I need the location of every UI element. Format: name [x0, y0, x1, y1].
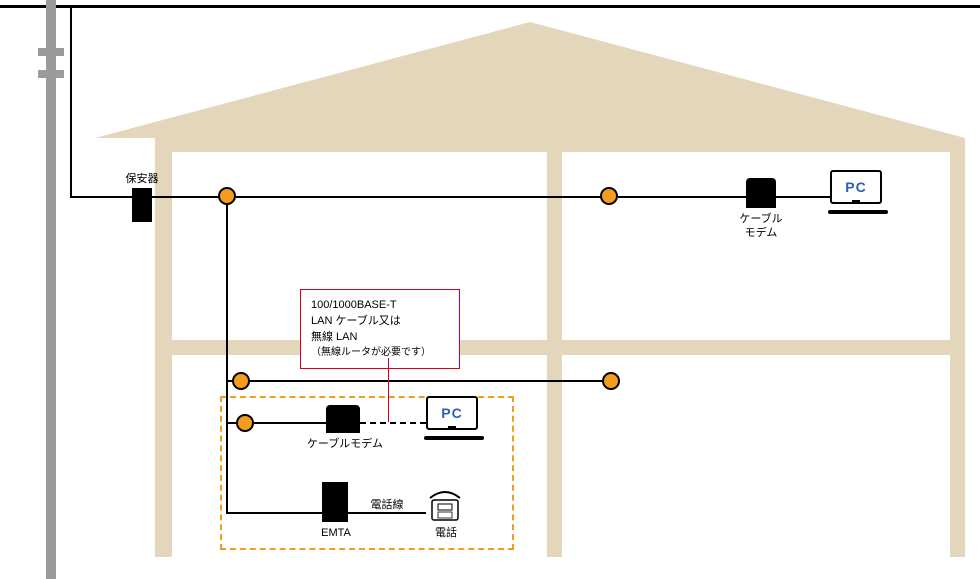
safety-device-label: 保安器 [118, 172, 166, 186]
lan-upper [776, 196, 830, 198]
emta-device [322, 482, 348, 522]
cable-seg-c [618, 196, 746, 198]
node-1 [218, 187, 236, 205]
drop-cable [70, 6, 72, 196]
pc-lower-label: PC [441, 405, 462, 421]
callout-line3: 無線 LAN [311, 330, 449, 346]
safety-device [132, 188, 152, 222]
diagram-stage: { "labels": { "safety_device": "保安器", "c… [0, 0, 980, 579]
phone-line-label: 電話線 [362, 498, 412, 512]
lan-callout: 100/1000BASE-T LAN ケーブル又は 無線 LAN （無線ルータが… [300, 289, 460, 369]
pc-upper: PC [828, 170, 890, 214]
pc-lower: PC [424, 396, 486, 440]
node-5 [602, 372, 620, 390]
house-roof [95, 22, 965, 138]
cable-modem-lower [326, 405, 360, 433]
phone-label: 電話 [430, 526, 462, 540]
phone-icon [426, 490, 464, 524]
callout-line1: 100/1000BASE-T [311, 298, 449, 314]
cable-modem-lower-label: ケーブルモデム [306, 437, 384, 451]
node-3 [232, 372, 250, 390]
callout-line4: （無線ルータが必要です） [311, 346, 449, 361]
emta-label: EMTA [316, 526, 356, 540]
cable-seg-h [226, 512, 322, 514]
utility-pole [46, 0, 56, 579]
cable-seg-a [152, 196, 220, 198]
cable-modem-upper-label: ケーブル モデム [730, 212, 792, 241]
pole-cross-bottom [38, 70, 64, 78]
callout-leader [388, 358, 389, 422]
node-2 [600, 187, 618, 205]
cable-seg-b [236, 196, 602, 198]
cable-seg-e [250, 380, 604, 382]
service-line [0, 5, 980, 8]
room-lr [562, 355, 950, 559]
cable-modem-upper [746, 178, 776, 208]
callout-line2: LAN ケーブル又は [311, 314, 449, 330]
lan-lower-dashed [360, 422, 426, 424]
phone-line [348, 512, 426, 514]
cable-drop-to-safety [70, 196, 134, 198]
pc-upper-label: PC [845, 179, 866, 195]
pole-cross-top [38, 48, 64, 56]
